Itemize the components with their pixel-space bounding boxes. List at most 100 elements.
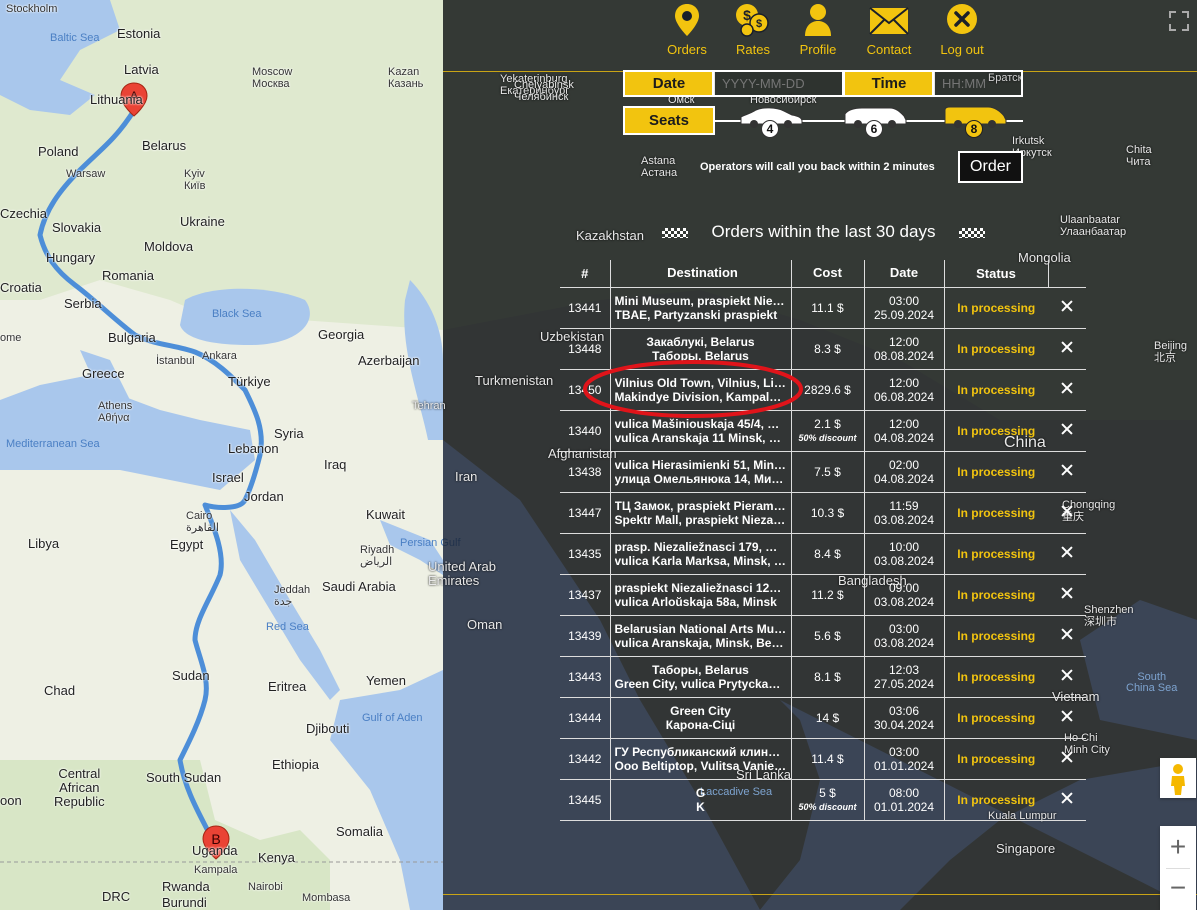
- map-label: DRC: [102, 889, 131, 904]
- order-cost-value: 7.5 $: [814, 464, 841, 479]
- seat-option-4[interactable]: 4: [738, 106, 804, 140]
- order-time: 12:00: [888, 416, 920, 431]
- nav-rates[interactable]: $ $ Rates: [730, 0, 776, 57]
- seat-option-6[interactable]: 6: [842, 106, 908, 140]
- map-label: Black Sea: [212, 308, 262, 320]
- map-label: Gulf of Aden: [362, 712, 423, 724]
- table-row[interactable]: 13447ТЦ Замок, praspiekt PieramožcaŭSpek…: [560, 492, 1086, 534]
- order-from: Закаблукі, Belarus: [646, 334, 755, 349]
- highlight-ellipse: [583, 360, 803, 418]
- cancel-order-button[interactable]: [1048, 697, 1086, 739]
- close-icon: [1061, 300, 1073, 312]
- map-label: Red Sea: [266, 621, 309, 633]
- map-label: Chita Чита: [1126, 144, 1152, 168]
- nav-logout[interactable]: Log out: [936, 0, 988, 57]
- map-label: Bulgaria: [108, 330, 156, 345]
- order-destination: ГУ Республиканский клиническийOoo Beltip…: [609, 738, 791, 780]
- map-label: Poland: [38, 144, 79, 159]
- order-cost-value: 14 $: [815, 710, 840, 725]
- cancel-order-button[interactable]: [1048, 328, 1086, 370]
- order-cost: 11.4 $: [790, 738, 864, 780]
- app-root: A B Stockholm Estonia Baltic Sea Latvia …: [0, 0, 1197, 910]
- order-from: G: [695, 785, 706, 800]
- cancel-order-button[interactable]: [1048, 738, 1086, 780]
- table-row[interactable]: 13443 Таборы, Belarus Green City, vulica P…: [560, 656, 1086, 698]
- map-label: Riyadh الرياض: [360, 544, 395, 568]
- order-button[interactable]: Order: [958, 151, 1023, 183]
- cancel-order-button[interactable]: [1048, 779, 1086, 821]
- order-status: In processing: [943, 615, 1048, 657]
- order-date: 03.08.2024: [873, 553, 935, 568]
- order-time: 03:06: [888, 703, 920, 718]
- map-label: Israel: [212, 470, 244, 485]
- order-time: 03:00: [888, 293, 920, 308]
- table-row[interactable]: 13435 prasp. Niezaliežnasci 179, Minsk vul…: [560, 533, 1086, 575]
- map-label: Lithuania: [90, 92, 143, 107]
- order-cost: 5 $50% discount: [790, 779, 864, 821]
- nav-contact-label: Contact: [866, 42, 912, 57]
- street-view-pegman[interactable]: [1160, 758, 1196, 798]
- footer-divider: [443, 894, 1197, 895]
- order-to: Карона-Сіці: [665, 717, 736, 732]
- zoom-in-button[interactable]: +: [1160, 826, 1196, 868]
- map-label: Greece: [82, 366, 125, 381]
- order-time: 12:00: [888, 334, 920, 349]
- seat-count: 4: [761, 120, 779, 138]
- cancel-order-button[interactable]: [1048, 287, 1086, 329]
- map-label: Latvia: [124, 62, 159, 77]
- order-time: 10:00: [888, 539, 920, 554]
- map-label: Ulaanbaatar Улаанбаатар: [1060, 214, 1127, 238]
- order-to: Spektr Mall, praspiekt Niezaliežnasci: [614, 512, 787, 527]
- table-row[interactable]: 13442ГУ Республиканский клиническийOoo B…: [560, 738, 1086, 780]
- order-destination: ТЦ Замок, praspiekt PieramožcaŭSpektr Ma…: [609, 492, 791, 534]
- close-icon: [1061, 341, 1073, 353]
- orders-table: # Destination Cost Date Status 13441 Mini…: [560, 260, 1086, 821]
- cancel-order-button[interactable]: [1048, 492, 1086, 534]
- order-cost: 11.1 $: [790, 287, 864, 329]
- map-label: Türkiye: [228, 374, 271, 389]
- cancel-order-button[interactable]: [1048, 369, 1086, 411]
- nav-orders[interactable]: Orders: [662, 0, 712, 57]
- order-status: In processing: [943, 533, 1048, 575]
- cancel-order-button[interactable]: [1048, 615, 1086, 657]
- time-input[interactable]: [932, 70, 1023, 97]
- order-to: улица Омельянюка 14, Минск: [614, 471, 787, 486]
- cancel-order-button[interactable]: [1048, 451, 1086, 493]
- order-cost-value: 2.1 $: [814, 416, 841, 431]
- zoom-out-button[interactable]: −: [1160, 868, 1196, 910]
- cancel-order-button[interactable]: [1048, 533, 1086, 575]
- order-date: 08.08.2024: [873, 348, 935, 363]
- order-date: 27.05.2024: [873, 676, 935, 691]
- date-input[interactable]: [712, 70, 844, 97]
- nav-contact[interactable]: Contact: [860, 0, 918, 57]
- seat-option-8[interactable]: 8: [942, 106, 1008, 140]
- map-label: Ankara: [202, 350, 237, 362]
- cancel-order-button[interactable]: [1048, 656, 1086, 698]
- order-to: vulica Aranskaja, Minsk, Belarus: [614, 635, 787, 650]
- cancel-order-button[interactable]: [1048, 410, 1086, 452]
- order-cost-value: 10.3 $: [810, 505, 845, 520]
- table-row[interactable]: 13439 Belarusian National Arts Museum vuli…: [560, 615, 1086, 657]
- order-time: 03:00: [888, 621, 920, 636]
- order-status: In processing: [943, 451, 1048, 493]
- order-discount: 50% discount: [798, 801, 857, 812]
- order-date: 04.08.2024: [873, 430, 935, 445]
- table-row[interactable]: 13445 G K 5 $50% discount 08:00 01.01.2024 In …: [560, 779, 1086, 821]
- cancel-order-button[interactable]: [1048, 574, 1086, 616]
- map-label: Egypt: [170, 537, 204, 552]
- map-label: Central African Republic: [54, 766, 105, 809]
- table-row[interactable]: 13437praspiekt Niezaliežnasci 125, Minsk…: [560, 574, 1086, 616]
- header-date: Date: [863, 260, 944, 288]
- nav-profile[interactable]: Profile: [795, 0, 841, 57]
- map-label: Saudi Arabia: [322, 579, 396, 594]
- table-row[interactable]: 13444 Green City Карона-Сіці 14 $03:06 30.04…: [560, 697, 1086, 739]
- seats-label: Seats: [623, 106, 715, 135]
- order-datetime: 12:00 06.08.2024: [863, 369, 944, 411]
- order-id: 13441: [560, 287, 610, 329]
- order-cost-value: 8.3 $: [814, 341, 841, 356]
- fullscreen-icon[interactable]: [1168, 10, 1190, 32]
- map-label: Ethiopia: [272, 757, 319, 772]
- table-row[interactable]: 13438 vulica Hierasimienki 51, Minsk улица…: [560, 451, 1086, 493]
- table-row[interactable]: 13441Mini Museum, praspiekt Niezaliežnas…: [560, 287, 1086, 329]
- order-cost-value: 5.6 $: [814, 628, 841, 643]
